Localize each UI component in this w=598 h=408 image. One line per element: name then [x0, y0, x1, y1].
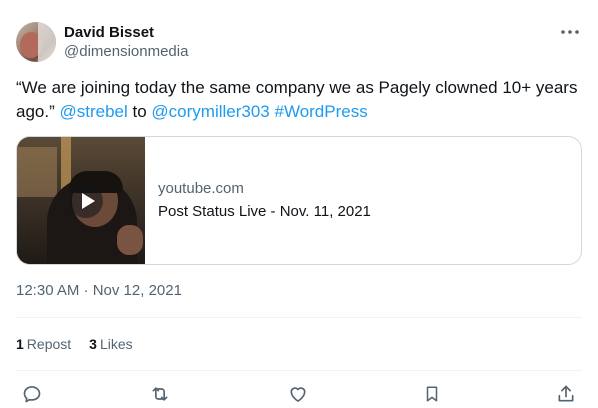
divider-bottom — [16, 370, 582, 371]
heart-icon[interactable] — [286, 382, 310, 406]
hashtag-wordpress[interactable]: #WordPress — [275, 102, 368, 121]
mention-corymiller303[interactable]: @corymiller303 — [151, 102, 269, 121]
engagement-stats: 1 Repost 3 Likes — [16, 336, 133, 353]
video-thumbnail[interactable] — [17, 137, 145, 264]
avatar-shade — [38, 22, 56, 62]
likes-stat[interactable]: 3 Likes — [89, 336, 132, 353]
divider-top — [16, 317, 582, 318]
card-title[interactable]: Post Status Live - Nov. 11, 2021 — [158, 203, 371, 221]
thumbnail-hand — [117, 225, 143, 255]
avatar[interactable] — [16, 22, 56, 62]
tweet-text: “We are joining today the same company w… — [16, 76, 582, 124]
play-icon[interactable] — [69, 184, 103, 218]
share-icon[interactable] — [554, 382, 578, 406]
link-card[interactable]: youtube.com Post Status Live - Nov. 11, … — [16, 136, 582, 265]
likes-label: Likes — [99, 336, 133, 352]
tweet-text-middle: to — [127, 102, 152, 121]
likes-count: 3 — [89, 336, 97, 352]
author-name[interactable]: David Bisset — [64, 24, 154, 42]
reply-icon[interactable] — [20, 382, 44, 406]
card-domain: youtube.com — [158, 180, 244, 197]
reposts-count: 1 — [16, 336, 24, 352]
reposts-stat[interactable]: 1 Repost — [16, 336, 71, 353]
thumbnail-glow — [17, 147, 57, 197]
author-handle[interactable]: @dimensionmedia — [64, 43, 188, 61]
bookmark-icon[interactable] — [420, 382, 444, 406]
more-dots-icon[interactable] — [558, 22, 582, 42]
repost-icon[interactable] — [148, 382, 172, 406]
reposts-label: Repost — [26, 336, 72, 352]
tweet-timestamp[interactable]: 12:30 AM · Nov 12, 2021 — [16, 282, 182, 300]
action-bar — [20, 382, 578, 406]
mention-strebel[interactable]: @strebel — [59, 102, 127, 121]
